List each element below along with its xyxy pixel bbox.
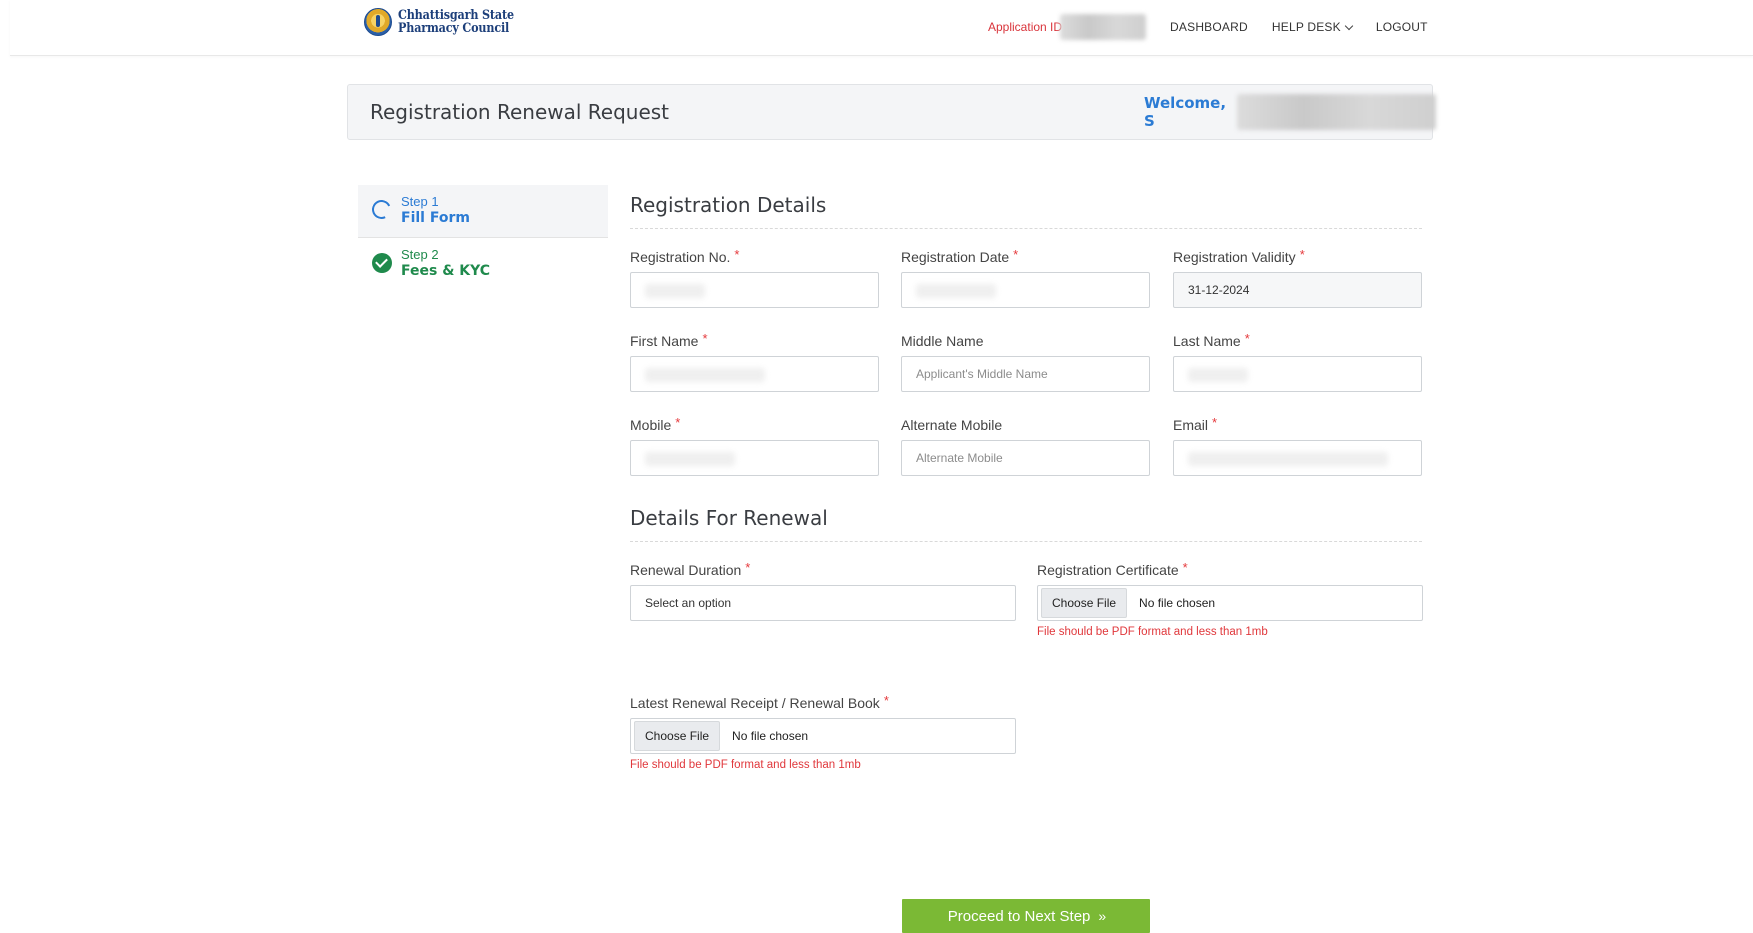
file-format-hint: File should be PDF format and less than … <box>1037 626 1268 638</box>
step-fill-form[interactable]: Step 1 Fill Form <box>358 185 608 238</box>
step-number: Step 1 <box>401 194 439 209</box>
proceed-next-step-button[interactable]: Proceed to Next Step » <box>902 899 1150 933</box>
application-id-label: Application ID <box>988 20 1063 34</box>
required-asterisk: * <box>734 247 740 262</box>
redacted-value <box>645 284 705 298</box>
application-id: Application ID <box>988 14 1147 40</box>
alternate-mobile-input[interactable] <box>901 440 1150 476</box>
top-navbar: Chhattisgarh State Pharmacy Council Appl… <box>10 0 1753 56</box>
renewal-details-title: Details For Renewal <box>630 506 828 530</box>
welcome-message: Welcome, S <box>1144 94 1437 130</box>
nav-menu: Application ID DASHBOARD HELP DESK LOGOU… <box>988 14 1428 40</box>
help-desk-label: HELP DESK <box>1271 20 1341 34</box>
council-emblem-icon <box>364 8 392 36</box>
loading-circle-icon <box>369 197 394 222</box>
registration-no-label: Registration No. * <box>630 247 740 265</box>
choose-file-button[interactable]: Choose File <box>634 721 721 751</box>
application-id-redacted <box>1060 14 1147 40</box>
check-circle-icon <box>372 253 392 273</box>
brand-name-line2: Pharmacy Council <box>398 21 510 36</box>
registration-no-input[interactable] <box>630 272 879 308</box>
page-header-card: Registration Renewal Request Welcome, S <box>347 84 1437 140</box>
registration-validity-input[interactable] <box>1173 272 1422 308</box>
renewal-duration-label: Renewal Duration * <box>630 560 751 578</box>
step-number: Step 2 <box>401 247 439 262</box>
nav-help-desk-dropdown[interactable]: HELP DESK <box>1271 20 1354 34</box>
welcome-label: Welcome, S <box>1144 94 1227 130</box>
required-asterisk: * <box>1182 560 1188 575</box>
email-input[interactable] <box>1173 440 1422 476</box>
registration-date-input[interactable] <box>901 272 1150 308</box>
first-name-input[interactable] <box>630 356 879 392</box>
file-status: No file chosen <box>1139 596 1216 610</box>
middle-name-input[interactable] <box>901 356 1150 392</box>
chevron-down-icon <box>1344 21 1354 30</box>
step-fees-kyc[interactable]: Step 2 Fees & KYC <box>358 238 608 291</box>
nav-dashboard-link[interactable]: DASHBOARD <box>1170 20 1248 34</box>
page-title: Registration Renewal Request <box>370 100 670 124</box>
file-format-hint: File should be PDF format and less than … <box>630 759 861 771</box>
required-asterisk: * <box>1244 331 1250 346</box>
redacted-value <box>1188 452 1388 466</box>
required-asterisk: * <box>702 331 708 346</box>
required-asterisk: * <box>883 693 889 708</box>
form-stepper: Step 1 Fill Form Step 2 Fees & KYC <box>358 185 608 291</box>
first-name-label: First Name * <box>630 331 708 349</box>
redacted-value <box>916 284 996 298</box>
required-asterisk: * <box>1299 247 1305 262</box>
alternate-mobile-label: Alternate Mobile <box>901 417 1003 433</box>
required-asterisk: * <box>675 415 681 430</box>
renewal-duration-selected: Select an option <box>645 596 732 610</box>
step-name: Fill Form <box>401 210 470 226</box>
last-name-label: Last Name * <box>1173 331 1250 349</box>
user-name-redacted <box>1236 94 1437 130</box>
mobile-input[interactable] <box>630 440 879 476</box>
registration-certificate-label: Registration Certificate * <box>1037 560 1188 578</box>
renewal-receipt-label: Latest Renewal Receipt / Renewal Book * <box>630 693 889 711</box>
middle-name-label: Middle Name <box>901 333 984 349</box>
step-name: Fees & KYC <box>401 263 491 279</box>
registration-date-label: Registration Date * <box>901 247 1019 265</box>
registration-certificate-file-input[interactable]: Choose File No file chosen <box>1037 585 1423 621</box>
required-asterisk: * <box>1013 247 1019 262</box>
double-chevron-right-icon: » <box>1098 908 1106 924</box>
registration-details-title: Registration Details <box>630 193 827 217</box>
redacted-value <box>1188 368 1248 382</box>
brand-logo[interactable]: Chhattisgarh State Pharmacy Council <box>364 8 533 36</box>
redacted-value <box>645 452 735 466</box>
renewal-duration-select[interactable]: Select an option <box>630 585 1016 621</box>
mobile-label: Mobile * <box>630 415 681 433</box>
proceed-label: Proceed to Next Step <box>947 907 1091 925</box>
section-divider <box>630 541 1422 542</box>
required-asterisk: * <box>1212 415 1218 430</box>
nav-logout-link[interactable]: LOGOUT <box>1376 20 1428 34</box>
choose-file-button[interactable]: Choose File <box>1041 588 1128 618</box>
required-asterisk: * <box>745 560 751 575</box>
last-name-input[interactable] <box>1173 356 1422 392</box>
file-status: No file chosen <box>732 729 809 743</box>
renewal-receipt-file-input[interactable]: Choose File No file chosen <box>630 718 1016 754</box>
email-label: Email * <box>1173 415 1218 433</box>
registration-validity-label: Registration Validity * <box>1173 247 1305 265</box>
redacted-value <box>645 368 765 382</box>
section-divider <box>630 228 1422 229</box>
